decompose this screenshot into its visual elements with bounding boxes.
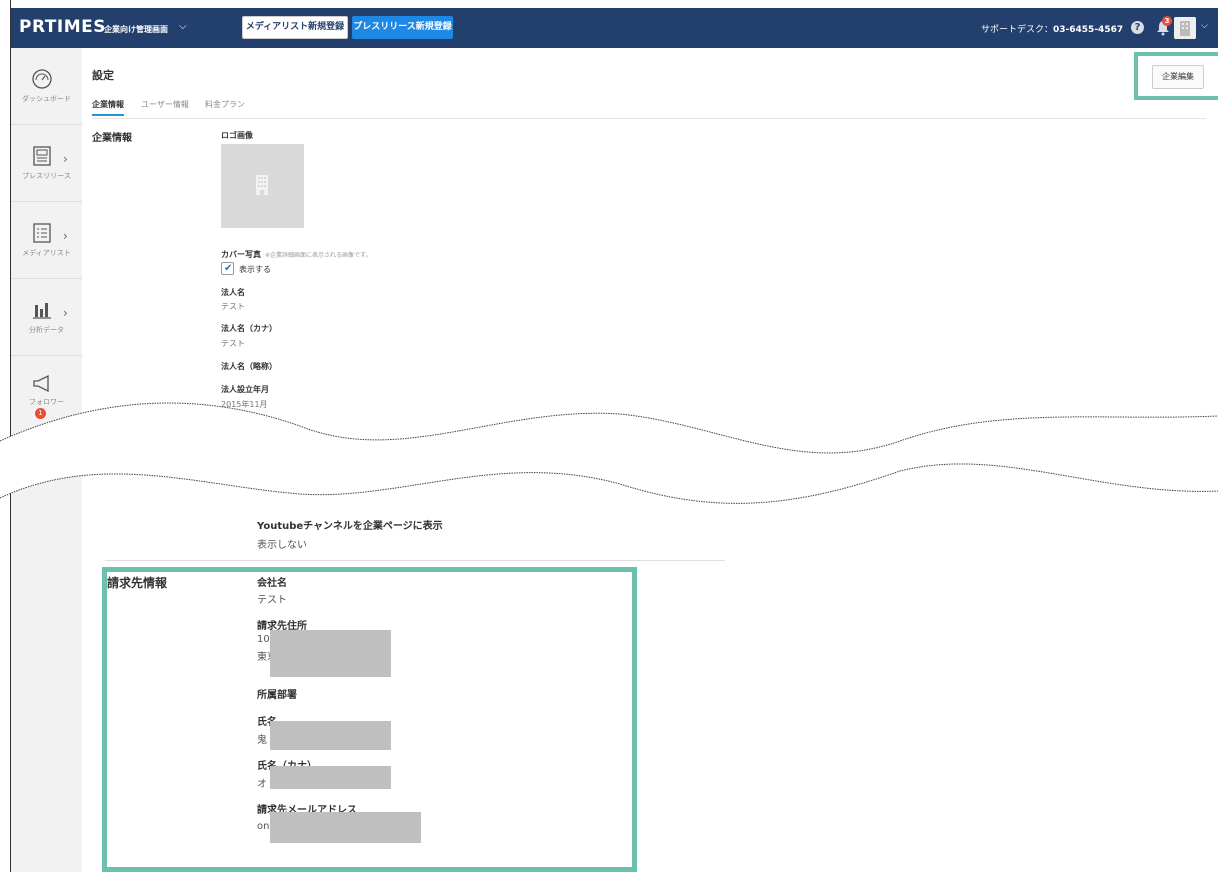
billing-info-heading: 請求先情報 xyxy=(107,576,168,590)
sidebar-item-press-release[interactable]: › プレスリリース xyxy=(11,125,82,202)
redaction-block xyxy=(270,721,391,750)
page-title: 設定 xyxy=(92,69,114,82)
active-tab-indicator xyxy=(92,114,124,116)
analytics-icon xyxy=(33,303,51,319)
youtube-value: 表示しない xyxy=(257,540,307,551)
logo-image-label: ロゴ画像 xyxy=(221,131,253,140)
field-label: 法人名（カナ） xyxy=(221,324,277,333)
check-icon: ✔ xyxy=(224,263,233,274)
media-list-icon xyxy=(33,223,51,243)
billing-address-line1: 10 xyxy=(257,634,270,645)
support-desk: サポートデスク：03-6455-4567 xyxy=(981,22,1123,35)
chevron-right-icon: › xyxy=(63,306,68,320)
help-icon[interactable]: ? xyxy=(1131,21,1144,34)
billing-company-value: テスト xyxy=(257,595,287,606)
notification-badge: 3 xyxy=(1162,16,1172,26)
tab-company-info[interactable]: 企業情報 xyxy=(92,99,124,110)
admin-label[interactable]: 企業向け管理画面 xyxy=(104,24,168,35)
field-label: 法人名 xyxy=(221,288,245,297)
tab-user-info[interactable]: ユーザー情報 xyxy=(141,99,189,110)
tab-pricing-plan[interactable]: 料金プラン xyxy=(205,99,245,110)
cover-photo-title: カバー写真 xyxy=(221,250,261,259)
chevron-right-icon: › xyxy=(63,229,68,243)
tab-divider xyxy=(92,118,1206,119)
megaphone-icon xyxy=(33,374,49,393)
sidebar-item-media-list[interactable]: › メディアリスト xyxy=(11,202,82,279)
billing-company-label: 会社名 xyxy=(257,578,287,589)
press-release-icon xyxy=(33,146,51,166)
dashboard-icon xyxy=(32,69,52,89)
section-divider xyxy=(105,560,725,561)
sidebar-item-label: メディアリスト xyxy=(22,249,71,257)
page-break-wave xyxy=(0,402,1218,504)
company-avatar-icon[interactable] xyxy=(1174,17,1196,39)
show-cover-checkbox[interactable]: ✔ xyxy=(221,262,234,275)
field-value: テスト xyxy=(221,339,245,348)
sidebar-item-dashboard[interactable]: ダッシュボード xyxy=(11,48,82,125)
cover-photo-note: ※企業詳細画面に表示される画像です。 xyxy=(265,252,372,259)
youtube-label: Youtubeチャンネルを企業ページに表示 xyxy=(257,521,443,532)
redaction-block xyxy=(270,630,391,677)
redaction-block xyxy=(270,812,421,843)
billing-dept-label: 所属部署 xyxy=(257,690,297,701)
company-info-heading: 企業情報 xyxy=(92,133,132,144)
sidebar-item-label: 分析データ xyxy=(29,326,64,334)
billing-name-value: 鬼 xyxy=(257,735,267,746)
cover-photo-label: カバー写真 ※企業詳細画面に表示される画像です。 xyxy=(221,249,371,260)
billing-kana-value: オ xyxy=(257,779,267,790)
sidebar-item-analytics[interactable]: › 分析データ xyxy=(11,279,82,356)
chevron-right-icon: › xyxy=(63,152,68,166)
top-header: PRTIMES 企業向け管理画面 ⌵ メディアリスト新規登録 プレスリリース新規… xyxy=(11,8,1218,48)
sidebar-item-label: ダッシュボード xyxy=(22,95,71,103)
edit-company-button[interactable]: 企業編集 xyxy=(1152,65,1204,89)
prtimes-logo[interactable]: PRTIMES xyxy=(19,17,106,37)
sidebar-item-label: プレスリリース xyxy=(22,172,71,180)
building-icon xyxy=(256,175,268,195)
field-value: テスト xyxy=(221,302,245,311)
field-label: 法人名（略称） xyxy=(221,362,277,371)
chevron-down-icon[interactable]: ⌵ xyxy=(1201,21,1208,31)
logo-image-placeholder xyxy=(221,144,304,228)
chevron-down-icon[interactable]: ⌵ xyxy=(179,21,187,32)
redaction-block xyxy=(270,766,391,789)
billing-email-value: on xyxy=(257,821,270,832)
support-phone: 03-6455-4567 xyxy=(1053,25,1124,35)
new-media-list-button[interactable]: メディアリスト新規登録 xyxy=(242,16,348,39)
field-label: 法人設立年月 xyxy=(221,385,269,394)
show-cover-label: 表示する xyxy=(239,265,271,274)
support-label: サポートデスク： xyxy=(981,25,1054,35)
new-press-release-button[interactable]: プレスリリース新規登録 xyxy=(352,16,453,39)
